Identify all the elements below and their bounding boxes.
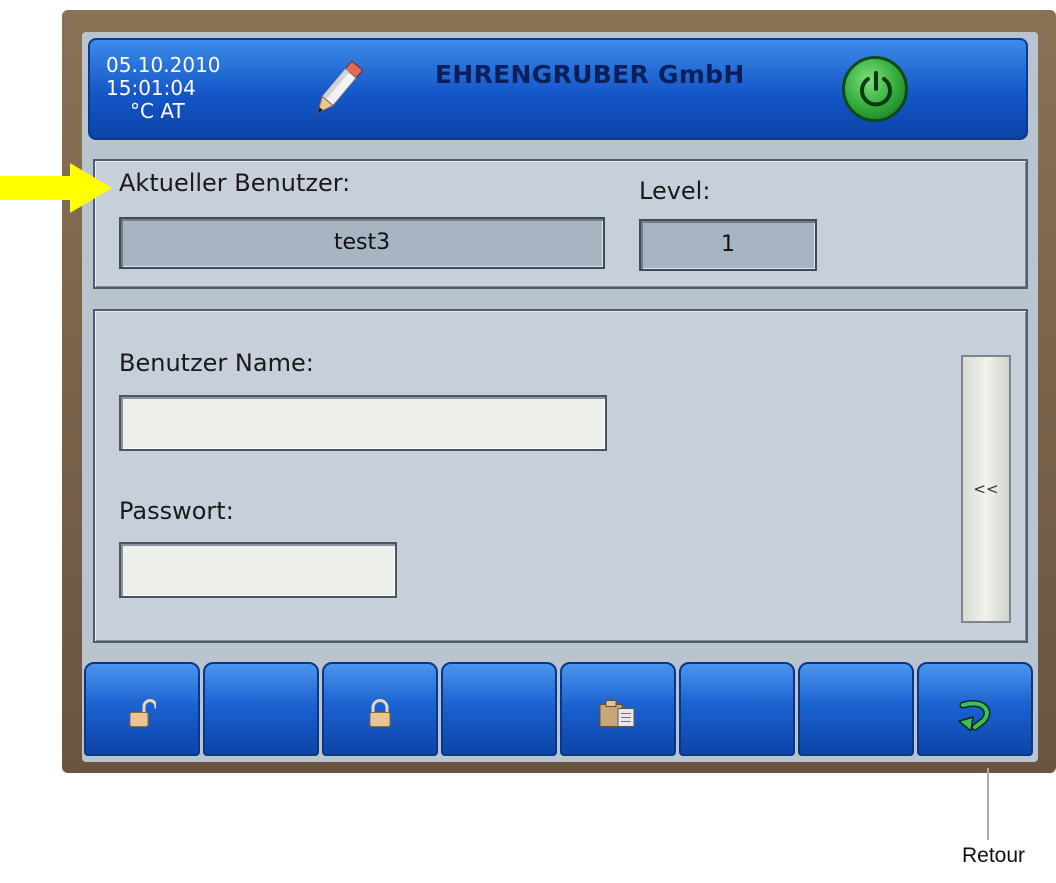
password-field[interactable]: [119, 542, 397, 598]
username-label: Benutzer Name:: [119, 349, 314, 377]
pointer-arrow: [0, 163, 112, 213]
units-text: °C AT: [130, 99, 185, 123]
callout-line: [987, 768, 989, 840]
toolbar-button-2[interactable]: [203, 662, 319, 756]
current-user-value: test3: [119, 217, 605, 269]
toolbar-button-6[interactable]: [679, 662, 795, 756]
return-button[interactable]: [917, 662, 1033, 756]
unlock-icon: [129, 699, 156, 727]
login-panel: Benutzer Name: Passwort: <<: [93, 309, 1028, 643]
datetime-readout: 05.10.2010 15:01:04 °C AT: [106, 54, 221, 123]
pencil-icon[interactable]: [306, 54, 366, 128]
date-text: 05.10.2010: [106, 53, 221, 77]
lock-button[interactable]: [322, 662, 438, 756]
company-title: EHRENGRUBER GmbH: [435, 60, 745, 89]
unlock-button[interactable]: [84, 662, 200, 756]
collapse-button[interactable]: <<: [961, 355, 1011, 623]
header-bar: 05.10.2010 15:01:04 °C AT EHRENGRUBER Gm…: [88, 38, 1028, 140]
level-label: Level:: [639, 177, 711, 205]
power-button[interactable]: [842, 56, 908, 122]
time-text: 15:01:04: [106, 76, 196, 100]
retour-callout-label: Retour: [962, 844, 1026, 867]
toolbar-button-4[interactable]: [441, 662, 557, 756]
toolbar-button-7[interactable]: [798, 662, 914, 756]
current-user-label: Aktueller Benutzer:: [119, 169, 351, 197]
touch-screen: 05.10.2010 15:01:04 °C AT EHRENGRUBER Gm…: [82, 32, 1038, 762]
current-user-panel: Aktueller Benutzer: test3 Level: 1: [93, 159, 1028, 289]
level-value: 1: [639, 219, 817, 271]
clipboard-button[interactable]: [560, 662, 676, 756]
lock-icon: [369, 699, 391, 727]
power-icon: [860, 71, 892, 107]
username-field[interactable]: [119, 395, 607, 451]
return-arrow-icon: [957, 700, 991, 732]
bottom-toolbar: [84, 662, 1036, 758]
password-label: Passwort:: [119, 497, 234, 525]
clipboard-icon: [599, 700, 635, 727]
